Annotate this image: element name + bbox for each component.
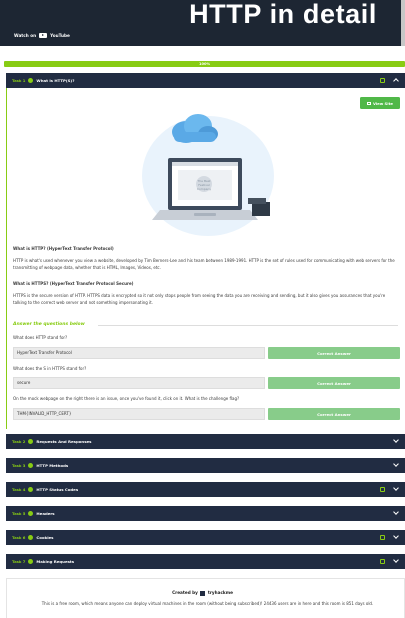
question-2: What does the S in HTTPS stand for? xyxy=(13,366,87,371)
heading-what-is-http: What is HTTP? (HyperText Transfer Protoc… xyxy=(13,246,114,251)
room-description: This is a free room, which means anyone … xyxy=(41,601,374,606)
chevron-up-icon[interactable] xyxy=(393,78,399,84)
chevron-down-icon[interactable] xyxy=(393,533,399,539)
question-3: On the mock webpage on the right there i… xyxy=(13,396,240,401)
chevron-down-icon[interactable] xyxy=(393,557,399,563)
progress-label: 100% xyxy=(198,62,211,66)
task-title: Headers xyxy=(36,511,55,516)
task-header-3[interactable]: Task 3 HTTP Methods xyxy=(6,458,405,473)
task-number: Task 4 xyxy=(12,487,26,492)
task-number: Task 1 xyxy=(12,78,26,83)
view-site-button[interactable]: View Site xyxy=(360,97,400,109)
task-complete-icon xyxy=(28,78,34,83)
laptop-cloud-illustration: The Best Festival Company xyxy=(142,114,274,236)
answer-questions-heading: Answer the questions below xyxy=(13,322,85,327)
watch-on-youtube-link[interactable]: Watch on YouTube xyxy=(14,33,70,38)
author-avatar-icon xyxy=(200,590,206,596)
task-title: What is HTTP(S)? xyxy=(36,78,75,83)
question-1: What does HTTP stand for? xyxy=(13,335,68,340)
answer-input-3[interactable]: THM{INVALID_HTTP_CERT} xyxy=(13,408,265,420)
answer-input-1[interactable]: HyperText Transfer Protocol xyxy=(13,347,265,359)
flag-icon xyxy=(380,487,385,492)
watch-on-label: Watch on xyxy=(14,33,37,38)
task-title: Cookies xyxy=(36,535,54,540)
task-number: Task 3 xyxy=(12,463,26,468)
task-header-2[interactable]: Task 2 Requests And Responses xyxy=(6,434,405,449)
chevron-down-icon[interactable] xyxy=(393,437,399,443)
paragraph-https: HTTPS is the secure version of HTTP. HTT… xyxy=(13,293,386,305)
task-complete-icon xyxy=(28,535,34,540)
task-complete-icon xyxy=(28,487,34,492)
task-complete-icon xyxy=(28,439,34,444)
task-header-5[interactable]: Task 5 Headers xyxy=(6,506,405,521)
video-title: HTTP in detail xyxy=(189,0,377,29)
task-complete-icon xyxy=(28,463,34,468)
task-header-7[interactable]: Task 7 Making Requests xyxy=(6,554,405,569)
banner-edge xyxy=(401,0,405,46)
author-link[interactable]: tryhackme xyxy=(208,590,233,595)
created-by-label: Created by xyxy=(172,590,198,595)
task-title: Requests And Responses xyxy=(36,439,92,444)
heading-what-is-https: What is HTTPS? (HyperText Transfer Proto… xyxy=(13,281,134,286)
chevron-down-icon[interactable] xyxy=(393,461,399,467)
svg-text:Company: Company xyxy=(197,187,211,191)
flag-icon xyxy=(380,535,385,540)
youtube-play-icon xyxy=(39,33,48,38)
room-progress-bar: 100% xyxy=(4,61,405,67)
task-header-1[interactable]: Task 1 What is HTTP(S)? xyxy=(6,73,405,88)
task-complete-icon xyxy=(28,511,34,516)
task-complete-icon xyxy=(28,559,34,564)
flag-icon xyxy=(380,78,385,83)
created-by: Created by tryhackme xyxy=(0,590,405,596)
task-number: Task 6 xyxy=(12,535,26,540)
task-number: Task 2 xyxy=(12,439,26,444)
task-title: Making Requests xyxy=(36,559,75,564)
answer-input-2[interactable]: secure xyxy=(13,377,265,389)
room-info-card xyxy=(6,578,405,618)
paragraph-http: HTTP is what's used whenever you view a … xyxy=(13,258,395,270)
task-number: Task 5 xyxy=(12,511,26,516)
task-header-4[interactable]: Task 4 HTTP Status Codes xyxy=(6,482,405,497)
divider xyxy=(98,325,398,326)
task-title: HTTP Status Codes xyxy=(36,487,79,492)
task-number: Task 7 xyxy=(12,559,26,564)
chevron-down-icon[interactable] xyxy=(393,509,399,515)
task-header-6[interactable]: Task 6 Cookies xyxy=(6,530,405,545)
video-banner[interactable]: HTTP in detail Watch on YouTube xyxy=(0,0,405,46)
flag-icon xyxy=(380,559,385,564)
chevron-down-icon[interactable] xyxy=(393,485,399,491)
view-site-label: View Site xyxy=(372,100,393,106)
correct-answer-button-2[interactable]: Correct Answer xyxy=(268,377,400,389)
correct-answer-button-1[interactable]: Correct Answer xyxy=(268,347,400,359)
task-title: HTTP Methods xyxy=(36,463,69,468)
window-icon xyxy=(366,101,371,105)
youtube-label: YouTube xyxy=(50,33,70,38)
correct-answer-button-3[interactable]: Correct Answer xyxy=(268,408,400,420)
